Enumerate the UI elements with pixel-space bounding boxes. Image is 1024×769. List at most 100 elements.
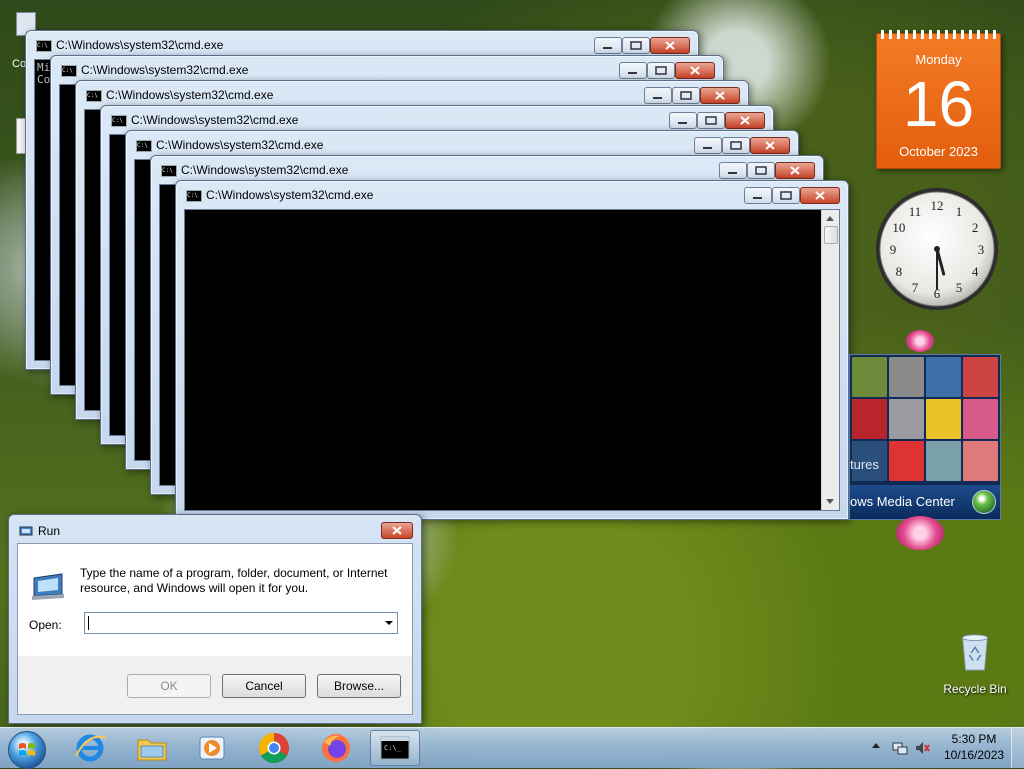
clock-gadget[interactable]: 12 1 2 3 4 5 6 7 8 9 10 11: [874, 186, 1000, 312]
media-tile[interactable]: [889, 441, 924, 481]
taskbar-firefox[interactable]: [314, 730, 358, 766]
cmd-icon: C:\: [136, 140, 152, 152]
media-tile[interactable]: [926, 357, 961, 397]
recycle-bin-icon: [962, 634, 988, 671]
clock-face: 12 1234567891011: [876, 188, 998, 310]
close-button[interactable]: [800, 187, 840, 204]
window-title: C:\Windows\system32\cmd.exe: [181, 163, 349, 177]
maximize-button[interactable]: [722, 137, 750, 154]
taskbar-cmd[interactable]: C:\_: [370, 730, 420, 766]
title-bar[interactable]: C:\ C:\Windows\system32\cmd.exe: [176, 181, 848, 209]
minimize-button[interactable]: [644, 87, 672, 104]
minimize-button[interactable]: [669, 112, 697, 129]
system-clock[interactable]: 5:30 PM 10/16/2023: [944, 731, 1004, 763]
browse-button[interactable]: Browse...: [317, 674, 401, 698]
close-button[interactable]: [675, 62, 715, 79]
close-button[interactable]: [750, 137, 790, 154]
clock-numeral: 5: [956, 280, 963, 295]
open-combobox[interactable]: [84, 612, 398, 634]
maximize-button[interactable]: [622, 37, 650, 54]
show-hidden-icons-arrow[interactable]: [872, 743, 880, 748]
taskbar-chrome[interactable]: [252, 730, 296, 766]
desktop-icon-label: Co: [12, 58, 27, 70]
run-icon: [19, 526, 33, 536]
network-icon[interactable]: [892, 740, 908, 756]
chrome-icon: [258, 733, 290, 764]
close-button[interactable]: [775, 162, 815, 179]
cmd-icon: C:\: [36, 40, 52, 52]
media-tile[interactable]: [852, 357, 887, 397]
media-tile[interactable]: [926, 441, 961, 481]
open-input[interactable]: [89, 614, 373, 634]
media-tile[interactable]: [852, 399, 887, 439]
clock-numeral: 11: [909, 204, 922, 219]
media-center-title: ows Media Center: [850, 494, 955, 509]
dialog-title: Run: [38, 524, 61, 538]
maximize-button[interactable]: [672, 87, 700, 104]
clock-time: 5:30 PM: [951, 732, 997, 746]
minimize-button[interactable]: [619, 62, 647, 79]
cmd-icon: C:\: [86, 90, 102, 102]
media-center-orb-icon[interactable]: [972, 490, 996, 514]
close-button[interactable]: [725, 112, 765, 129]
close-button[interactable]: [381, 522, 413, 539]
clock-numeral: 1: [956, 204, 963, 219]
calendar-gadget[interactable]: Monday 16 October 2023: [876, 30, 1001, 169]
media-player-icon: [199, 736, 225, 760]
internet-explorer-icon: [75, 734, 107, 762]
cmd-icon: C:\: [186, 190, 202, 202]
clock-date: 10/16/2023: [944, 748, 1005, 762]
run-dialog[interactable]: Run Type the name of a program, folder, …: [8, 514, 422, 724]
maximize-button[interactable]: [747, 162, 775, 179]
scroll-thumb[interactable]: [824, 226, 838, 244]
maximize-button[interactable]: [697, 112, 725, 129]
cancel-button[interactable]: Cancel: [222, 674, 306, 698]
dropdown-arrow-icon[interactable]: [385, 621, 393, 625]
window-title: C:\Windows\system32\cmd.exe: [131, 113, 299, 127]
close-button[interactable]: [650, 37, 690, 54]
console-text: Mi Co: [37, 62, 50, 86]
media-center-bar[interactable]: ows Media Center: [850, 485, 1000, 519]
media-tile[interactable]: [889, 399, 924, 439]
minimize-button[interactable]: [719, 162, 747, 179]
scroll-up-arrow[interactable]: [826, 216, 834, 221]
recycle-bin[interactable]: Recycle Bin: [943, 632, 1007, 702]
console-area[interactable]: [184, 209, 840, 511]
dialog-content: Type the name of a program, folder, docu…: [18, 544, 412, 656]
scroll-down-arrow[interactable]: [826, 499, 834, 504]
calendar-day: 16: [902, 68, 975, 140]
maximize-button[interactable]: [772, 187, 800, 204]
ok-button[interactable]: OK: [127, 674, 211, 698]
media-tile[interactable]: [926, 399, 961, 439]
media-center-gadget[interactable]: tures ows Media Center: [849, 354, 1001, 520]
calendar-weekday: Monday: [915, 52, 962, 67]
maximize-button[interactable]: [647, 62, 675, 79]
volume-muted-icon[interactable]: [914, 740, 930, 756]
taskbar-media-player[interactable]: [190, 730, 234, 766]
clock-numeral: 2: [972, 220, 979, 235]
console-line: Co: [37, 73, 51, 86]
taskbar-internet-explorer[interactable]: [68, 730, 112, 766]
cmd-window-7[interactable]: C:\ C:\Windows\system32\cmd.exe: [175, 180, 849, 520]
clock-numeral: 10: [892, 220, 905, 235]
close-button[interactable]: [700, 87, 740, 104]
svg-text:C:\_: C:\_: [384, 744, 402, 752]
calendar-rings: [881, 30, 996, 39]
start-button[interactable]: [8, 731, 46, 769]
minimize-button[interactable]: [694, 137, 722, 154]
flower-decoration: [906, 330, 934, 352]
minimize-button[interactable]: [594, 37, 622, 54]
media-tile[interactable]: [963, 441, 998, 481]
media-tile[interactable]: [963, 357, 998, 397]
calendar-month-year: October 2023: [899, 144, 978, 159]
minimize-button[interactable]: [744, 187, 772, 204]
clock-numeral: 3: [978, 242, 985, 257]
flower-decoration: [896, 516, 944, 550]
clock-numeral: 4: [972, 264, 979, 279]
taskbar-windows-explorer[interactable]: [130, 730, 174, 766]
window-title: C:\Windows\system32\cmd.exe: [81, 63, 249, 77]
media-tile[interactable]: [963, 399, 998, 439]
media-tile[interactable]: [889, 357, 924, 397]
show-desktop-button[interactable]: [1011, 728, 1024, 768]
vertical-scrollbar[interactable]: [821, 210, 839, 510]
